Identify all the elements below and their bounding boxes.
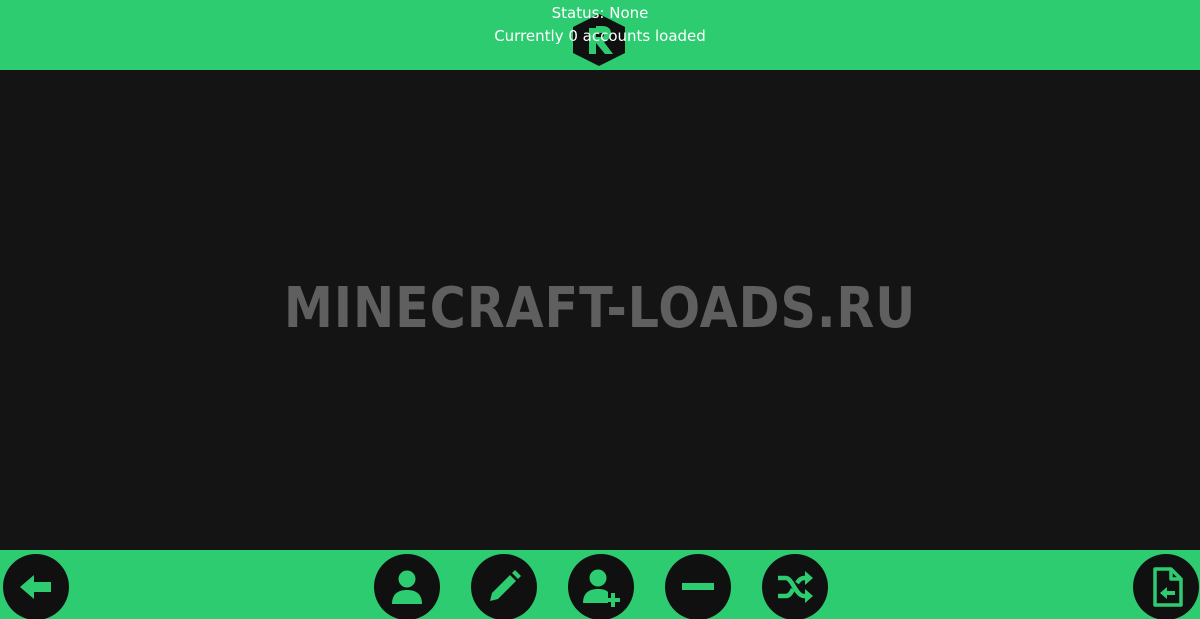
minus-icon — [682, 583, 714, 590]
import-accounts-button[interactable] — [1133, 554, 1199, 619]
random-account-button[interactable] — [762, 554, 828, 619]
app-window: Status: None Currently 0 accounts loaded… — [0, 0, 1200, 619]
accounts-count-text: Currently 0 accounts loaded — [494, 27, 706, 45]
back-button[interactable] — [3, 554, 69, 619]
add-account-button[interactable] — [568, 554, 634, 619]
status-text: Status: None — [551, 4, 649, 22]
login-button[interactable] — [374, 554, 440, 619]
file-import-icon — [1153, 567, 1183, 607]
remove-account-button[interactable] — [665, 554, 731, 619]
edit-account-button[interactable] — [471, 554, 537, 619]
user-plus-icon — [583, 569, 620, 607]
shuffle-icon — [778, 571, 813, 603]
watermark-text: MINECRAFT-LOADS.RU — [283, 276, 917, 341]
user-icon — [392, 570, 422, 604]
status-panel: Status: None Currently 0 accounts loaded — [0, 2, 1200, 48]
pencil-icon — [490, 570, 521, 601]
arrow-left-icon — [20, 575, 51, 599]
